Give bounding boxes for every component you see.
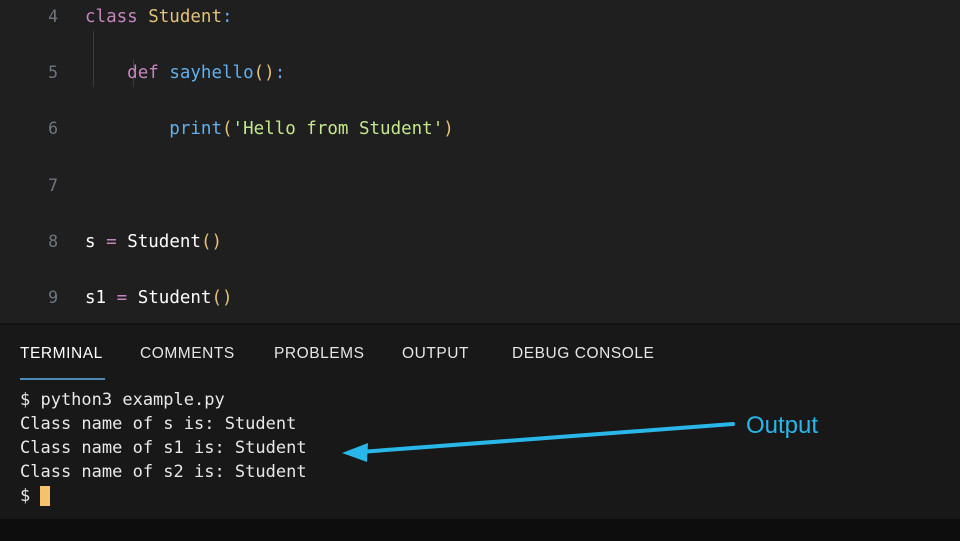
terminal-cursor (40, 486, 50, 506)
tab-debug-console[interactable]: DEBUG CONSOLE (512, 345, 654, 363)
code-line-content: s1 = Student() (85, 287, 233, 308)
code-line[interactable]: 7 (0, 172, 960, 200)
window-bottom-strip (0, 519, 960, 541)
code-line-content: class Student: (85, 7, 233, 27)
code-line[interactable]: 8 s = Student() (0, 228, 960, 256)
code-line-content: def sayhello(): (127, 63, 286, 84)
code-line-content: print('Hello from Student') (169, 119, 454, 140)
terminal-line-output: Class name of s is: Student (20, 414, 297, 434)
terminal-output[interactable]: $ python3 example.py Class name of s is:… (0, 380, 960, 541)
code-line[interactable]: 5 def sayhello(): (0, 59, 960, 87)
line-number: 7 (48, 175, 58, 195)
line-number: 9 (48, 287, 58, 307)
line-number: 6 (48, 119, 58, 139)
terminal-line-output: Class name of s1 is: Student (20, 438, 307, 458)
terminal-line-prompt: $ (20, 486, 31, 506)
annotation-label-output: Output (746, 412, 819, 439)
terminal-line-command: $ python3 example.py (20, 390, 225, 410)
terminal-line-output: Class name of s2 is: Student (20, 462, 307, 482)
vscode-window: 4 class Student: 5 def sayhello(): 6 pri… (0, 0, 960, 541)
code-line[interactable]: 4 class Student: (0, 3, 960, 31)
code-line[interactable]: 6 print('Hello from Student') (0, 115, 960, 143)
tab-terminal[interactable]: TERMINAL (20, 345, 103, 363)
code-line[interactable]: 9 s1 = Student() (0, 284, 960, 312)
line-number: 8 (48, 231, 58, 251)
tab-comments[interactable]: COMMENTS (140, 345, 235, 363)
line-number: 5 (48, 63, 58, 83)
line-number: 4 (48, 7, 58, 26)
tab-output[interactable]: OUTPUT (402, 345, 469, 363)
code-line-content: s = Student() (85, 231, 223, 252)
code-editor[interactable]: 4 class Student: 5 def sayhello(): 6 pri… (0, 0, 960, 323)
tab-problems[interactable]: PROBLEMS (274, 345, 365, 363)
panel-tabbar: TERMINAL COMMENTS PROBLEMS OUTPUT DEBUG … (0, 325, 960, 380)
